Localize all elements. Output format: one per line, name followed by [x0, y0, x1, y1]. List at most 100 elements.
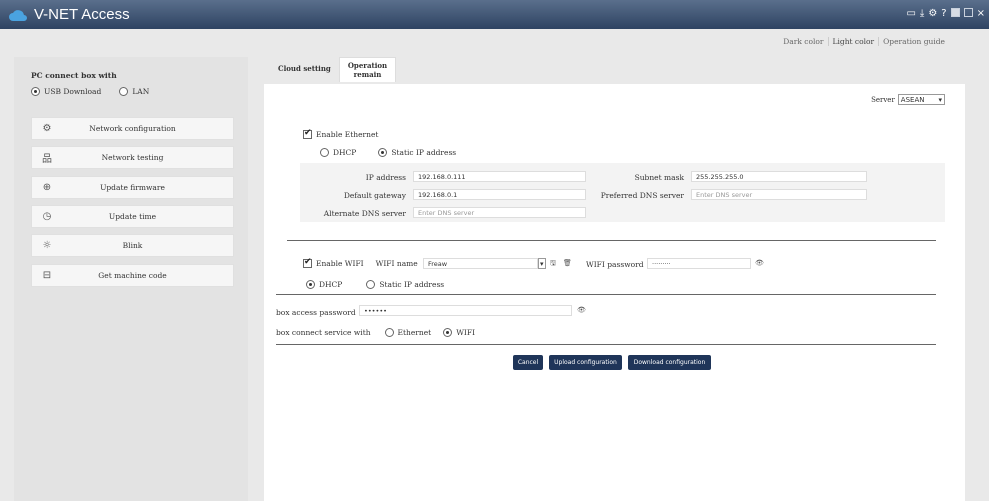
section-divider: [276, 294, 936, 295]
enable-ethernet-row: Enable Ethernet: [303, 128, 379, 139]
monitor-icon[interactable]: ▭: [906, 8, 915, 19]
enable-ethernet-label: Enable Ethernet: [316, 130, 379, 139]
subnet-mask-label: Subnet mask: [634, 173, 684, 182]
ethernet-dhcp-radio[interactable]: [320, 148, 329, 157]
server-row: Server ASEAN ▾: [871, 94, 945, 105]
usb-download-radio[interactable]: [31, 87, 40, 96]
lan-label: LAN: [132, 87, 150, 96]
save-icon[interactable]: 🖫: [550, 259, 556, 270]
wifi-password-label: WIFI password: [586, 260, 644, 269]
box-password-input[interactable]: ••••••: [359, 305, 572, 316]
sun-icon: ☼: [42, 240, 52, 251]
enable-wifi-label: Enable WIFI: [316, 259, 364, 268]
wifi-dropdown-button[interactable]: ▾: [538, 258, 546, 269]
wifi-row: Enable WIFI WIFI name: [303, 257, 418, 268]
alternate-dns-label: Alternate DNS server: [323, 209, 406, 218]
section-divider: [276, 344, 936, 345]
upload-icon: ⊕: [42, 182, 52, 193]
upload-configuration-button[interactable]: Upload configuration: [549, 355, 622, 370]
wifi-static-label: Static IP address: [379, 280, 445, 289]
maximize-icon[interactable]: [963, 8, 973, 17]
wifi-static-radio[interactable]: [366, 280, 376, 289]
wifi-password-input[interactable]: ·········: [647, 258, 751, 269]
wifi-mode-group: DHCP Static IP address: [306, 280, 444, 289]
nav-get-machine-code[interactable]: ⊟ Get machine code: [31, 264, 234, 287]
pc-connect-label: PC connect box with: [31, 71, 117, 80]
nav-label: Update firmware: [100, 183, 165, 192]
service-ethernet-label: Ethernet: [397, 328, 432, 337]
default-gateway-label: Default gateway: [343, 191, 406, 200]
service-wifi-radio[interactable]: [443, 328, 453, 337]
eye-off-icon[interactable]: 👁: [577, 306, 586, 314]
download-configuration-button[interactable]: Download configuration: [628, 355, 711, 370]
nav-label: Blink: [122, 241, 143, 250]
trash-icon[interactable]: 🗑: [563, 259, 572, 267]
cloud-logo-icon: [9, 9, 27, 21]
tab-operation-remain[interactable]: Operation remain: [338, 57, 397, 82]
close-icon[interactable]: ×: [977, 8, 985, 19]
ip-address-input[interactable]: 192.168.0.111: [413, 171, 586, 182]
enable-ethernet-checkbox[interactable]: [303, 128, 312, 139]
server-label: Server: [871, 95, 895, 104]
box-password-label: box access password: [276, 308, 356, 317]
section-divider: [287, 240, 936, 241]
operation-guide-link[interactable]: Operation guide: [879, 37, 949, 46]
main-panel: [264, 84, 965, 501]
nav-label: Network configuration: [89, 124, 176, 133]
service-wifi-label: WIFI: [456, 328, 476, 337]
chevron-down-icon: ▾: [938, 95, 942, 104]
enable-wifi-checkbox[interactable]: [303, 257, 312, 268]
connect-mode-group: USB Download LAN: [31, 87, 149, 96]
wifi-dhcp-label: DHCP: [319, 280, 343, 289]
network-icon: 品: [42, 154, 52, 165]
box-service-label: box connect service with: [276, 328, 371, 337]
default-gateway-input[interactable]: 192.168.0.1: [413, 189, 586, 200]
title-bar: V-NET Access ▭ ⤓ ⚙ ? ×: [0, 0, 989, 29]
nav-label: Network testing: [101, 153, 164, 162]
nav-update-time[interactable]: ◷ Update time: [31, 205, 234, 228]
eye-off-icon[interactable]: 👁: [755, 259, 764, 267]
ethernet-static-label: Static IP address: [391, 148, 457, 157]
service-ethernet-radio[interactable]: [384, 328, 394, 337]
download-icon[interactable]: ⤓: [920, 8, 924, 19]
cancel-button[interactable]: Cancel: [513, 355, 543, 370]
server-select[interactable]: ASEAN ▾: [897, 94, 945, 105]
gear-icon[interactable]: ⚙: [928, 8, 937, 19]
ip-address-label: IP address: [365, 173, 406, 182]
alternate-dns-input[interactable]: Enter DNS server: [413, 207, 586, 218]
wifi-name-input[interactable]: Freaw: [423, 258, 538, 269]
nav-label: Update time: [108, 212, 157, 221]
nav-blink[interactable]: ☼ Blink: [31, 234, 234, 257]
window-controls: ▭ ⤓ ⚙ ? ×: [906, 8, 985, 19]
theme-links: Dark color Light color Operation guide: [779, 37, 949, 46]
nav-update-firmware[interactable]: ⊕ Update firmware: [31, 176, 234, 199]
preferred-dns-input[interactable]: Enter DNS server: [691, 189, 867, 200]
nav-network-configuration[interactable]: ⚙ Network configuration: [31, 117, 234, 140]
light-color-link[interactable]: Light color: [829, 37, 880, 46]
app-title: V-NET Access: [34, 6, 130, 23]
device-icon: ⊟: [42, 270, 52, 281]
chevron-down-icon: ▾: [540, 259, 544, 268]
server-value: ASEAN: [900, 95, 925, 104]
subnet-mask-input[interactable]: 255.255.255.0: [691, 171, 867, 182]
tab-label-line1: Operation: [347, 61, 388, 70]
minimize-icon[interactable]: [950, 8, 960, 17]
box-password-row: box access password: [276, 308, 356, 317]
wifi-dhcp-radio[interactable]: [306, 280, 315, 289]
preferred-dns-label: Preferred DNS server: [600, 191, 684, 200]
usb-download-label: USB Download: [44, 87, 102, 96]
tab-label-line2: remain: [353, 70, 382, 79]
lan-radio[interactable]: [119, 87, 129, 96]
tab-cloud-setting[interactable]: Cloud setting: [270, 57, 339, 82]
main-tabs: Cloud setting Operation remain: [270, 57, 397, 82]
wifi-password-label-row: WIFI password: [586, 260, 644, 269]
ethernet-dhcp-label: DHCP: [333, 148, 357, 157]
nav-label: Get machine code: [98, 271, 167, 280]
clock-icon: ◷: [42, 211, 52, 222]
dark-color-link[interactable]: Dark color: [779, 37, 829, 46]
nav-network-testing[interactable]: 品 Network testing: [31, 146, 234, 169]
ethernet-mode-group: DHCP Static IP address: [320, 148, 456, 157]
box-service-row: box connect service with Ethernet WIFI: [276, 328, 475, 337]
ethernet-static-radio[interactable]: [378, 148, 388, 157]
help-icon[interactable]: ?: [941, 8, 946, 19]
